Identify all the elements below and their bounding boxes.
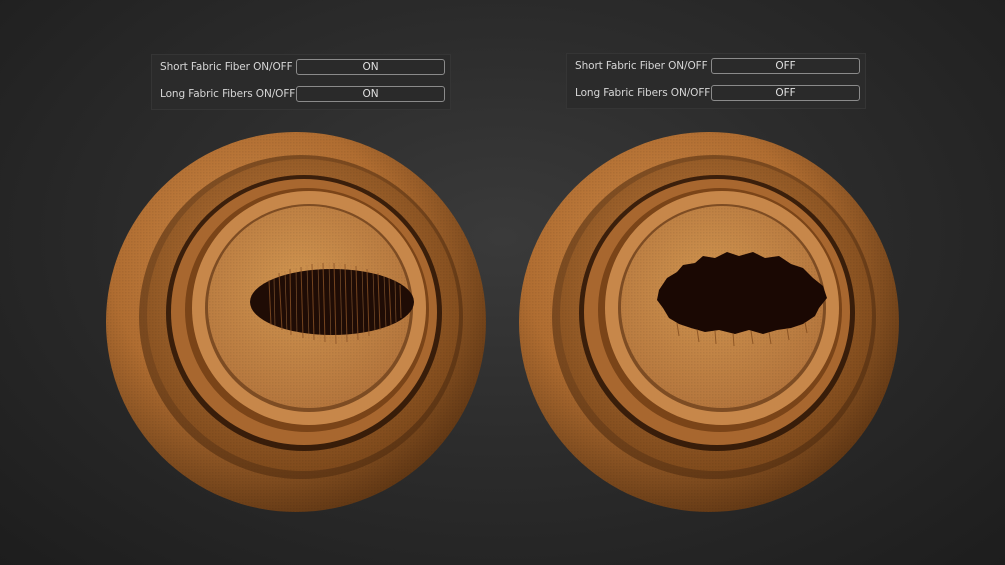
short-fiber-row: Short Fabric Fiber ON/OFF OFF — [567, 57, 865, 77]
settings-panel-fibers-on: Short Fabric Fiber ON/OFF ON Long Fabric… — [151, 54, 451, 110]
short-fiber-label: Short Fabric Fiber ON/OFF — [575, 60, 708, 72]
long-fiber-row: Long Fabric Fibers ON/OFF ON — [152, 85, 450, 105]
sphere-render — [519, 132, 899, 512]
long-fiber-label: Long Fabric Fibers ON/OFF — [575, 87, 711, 99]
material-preview-sphere-fibers-off — [517, 130, 902, 515]
short-fiber-toggle[interactable]: OFF — [711, 58, 860, 74]
long-fiber-toggle[interactable]: ON — [296, 86, 445, 102]
short-fiber-label: Short Fabric Fiber ON/OFF — [160, 61, 293, 73]
long-fiber-label: Long Fabric Fibers ON/OFF — [160, 88, 296, 100]
short-fiber-toggle[interactable]: ON — [296, 59, 445, 75]
sphere-render — [106, 132, 486, 512]
settings-panel-fibers-off: Short Fabric Fiber ON/OFF OFF Long Fabri… — [566, 53, 866, 109]
short-fiber-row: Short Fabric Fiber ON/OFF ON — [152, 58, 450, 78]
long-fiber-toggle[interactable]: OFF — [711, 85, 860, 101]
material-preview-sphere-fibers-on — [104, 130, 489, 515]
long-fiber-row: Long Fabric Fibers ON/OFF OFF — [567, 84, 865, 104]
